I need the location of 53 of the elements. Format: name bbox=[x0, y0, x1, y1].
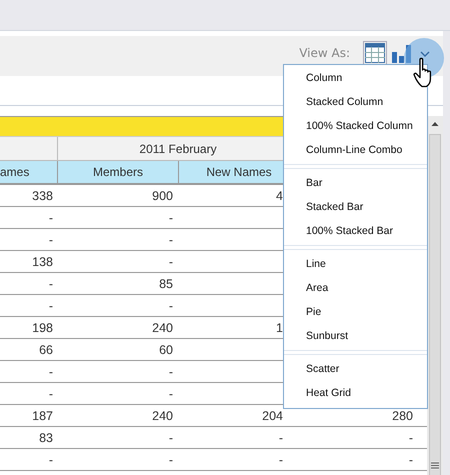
grip-icon bbox=[431, 462, 439, 469]
menu-item[interactable]: Area bbox=[284, 276, 427, 300]
menu-item[interactable]: Line bbox=[284, 252, 427, 276]
table-cell: 198 bbox=[32, 320, 53, 334]
menu-item[interactable]: Stacked Column bbox=[284, 90, 427, 114]
table-cell: - bbox=[168, 210, 173, 224]
menu-item[interactable]: Pie bbox=[284, 300, 427, 324]
table-cell: 187 bbox=[32, 408, 53, 422]
table-cell: 900 bbox=[152, 188, 173, 202]
menu-item[interactable]: Sunburst bbox=[284, 324, 427, 348]
table-cell: - bbox=[168, 254, 173, 268]
table-cell: 4 bbox=[276, 188, 283, 202]
menu-item[interactable]: 100% Stacked Column bbox=[284, 114, 427, 138]
table-cell: 240 bbox=[152, 408, 173, 422]
table-cell: - bbox=[278, 452, 283, 466]
table-cell: 138 bbox=[32, 254, 53, 268]
table-cell: 66 bbox=[39, 342, 53, 356]
table-cell: - bbox=[168, 232, 173, 246]
table-cell: - bbox=[168, 298, 173, 312]
table-cell: - bbox=[48, 298, 53, 312]
table-cell: - bbox=[48, 210, 53, 224]
table-cell: 85 bbox=[159, 276, 173, 290]
table-cell: - bbox=[408, 430, 413, 444]
table-cell: - bbox=[48, 386, 53, 400]
view-as-label: View As: bbox=[299, 46, 350, 60]
table-cell: - bbox=[48, 452, 53, 466]
caret-icon bbox=[420, 50, 430, 58]
table-cell: - bbox=[48, 232, 53, 246]
table-cell: 60 bbox=[159, 342, 173, 356]
scrollbar[interactable] bbox=[427, 116, 443, 475]
table-cell: 280 bbox=[392, 408, 413, 422]
table-cell: 204 bbox=[262, 408, 283, 422]
table-cell: - bbox=[48, 276, 53, 290]
table-cell: - bbox=[278, 430, 283, 444]
menu-item[interactable]: Heat Grid bbox=[284, 381, 427, 405]
table-cell: - bbox=[168, 452, 173, 466]
table-cell: - bbox=[48, 364, 53, 378]
bar-chart-icon bbox=[392, 43, 412, 63]
table-cell: - bbox=[168, 430, 173, 444]
table-view-button[interactable] bbox=[363, 41, 387, 65]
table-cell: - bbox=[408, 452, 413, 466]
table-cell: 1 bbox=[276, 320, 283, 334]
table-cell: 338 bbox=[32, 188, 53, 202]
table-cell: 83 bbox=[39, 430, 53, 444]
menu-item[interactable]: 100% Stacked Bar bbox=[284, 219, 427, 243]
column-header[interactable]: Members bbox=[58, 161, 179, 183]
table-cell: - bbox=[168, 386, 173, 400]
table-cell: 240 bbox=[152, 320, 173, 334]
column-header[interactable]: ames bbox=[0, 161, 58, 183]
menu-item[interactable]: Stacked Bar bbox=[284, 195, 427, 219]
scrollbar-thumb[interactable] bbox=[429, 134, 441, 475]
table-cell: - bbox=[168, 364, 173, 378]
menu-item[interactable]: Scatter bbox=[284, 357, 427, 381]
